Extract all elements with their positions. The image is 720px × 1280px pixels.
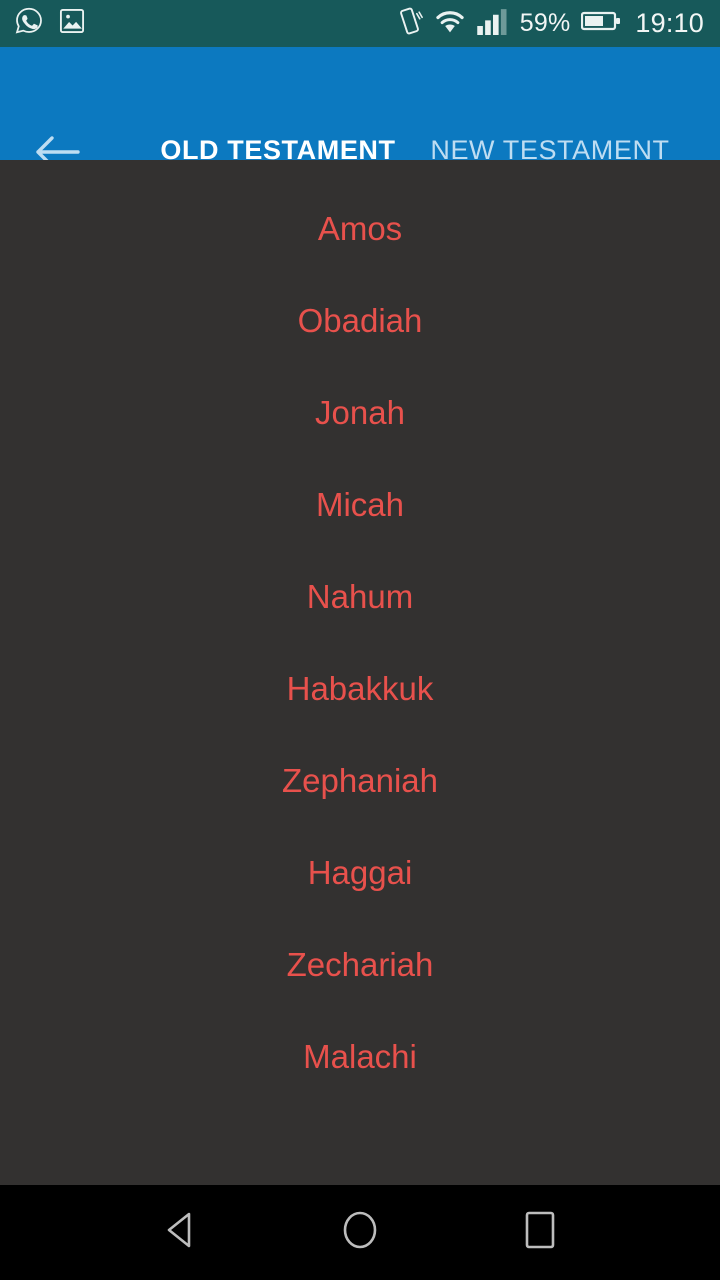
app-bar: OLD TESTAMENT NEW TESTAMENT [0, 47, 720, 206]
status-bar: 59% 19:10 [0, 0, 720, 47]
list-item[interactable]: Malachi [0, 1010, 720, 1102]
list-item[interactable]: Habakkuk [0, 642, 720, 734]
status-bar-left-icons [14, 6, 86, 41]
vibrate-icon [396, 6, 423, 41]
status-bar-right-icons: 59% 19:10 [396, 6, 704, 41]
list-item[interactable]: Haggai [0, 826, 720, 918]
list-item[interactable]: Obadiah [0, 274, 720, 366]
nav-recents-button[interactable] [492, 1185, 588, 1280]
list-item[interactable]: Micah [0, 458, 720, 550]
photo-icon [58, 7, 86, 40]
nav-home-button[interactable] [312, 1185, 408, 1280]
battery-icon [581, 9, 621, 38]
list-item[interactable]: Amos [0, 182, 720, 274]
phone-screen: 59% 19:10 OLD TESTAMENT NEW TESTAMENT Am… [0, 0, 720, 1280]
list-item[interactable]: Zechariah [0, 918, 720, 1010]
book-list[interactable]: Amos Obadiah Jonah Micah Nahum Habakkuk … [0, 160, 720, 1185]
circle-icon [340, 1208, 380, 1257]
navigation-bar [0, 1185, 720, 1280]
clock-label: 19:10 [635, 8, 704, 38]
battery-percent-label: 59% [519, 9, 571, 37]
list-item[interactable]: Zephaniah [0, 734, 720, 826]
list-item[interactable]: Jonah [0, 366, 720, 458]
nav-back-button[interactable] [132, 1185, 228, 1280]
cellular-signal-icon [477, 8, 509, 40]
triangle-left-icon [162, 1210, 198, 1255]
whatsapp-icon [14, 6, 44, 41]
square-icon [522, 1209, 558, 1256]
list-item[interactable]: Nahum [0, 550, 720, 642]
wifi-icon [434, 7, 466, 40]
